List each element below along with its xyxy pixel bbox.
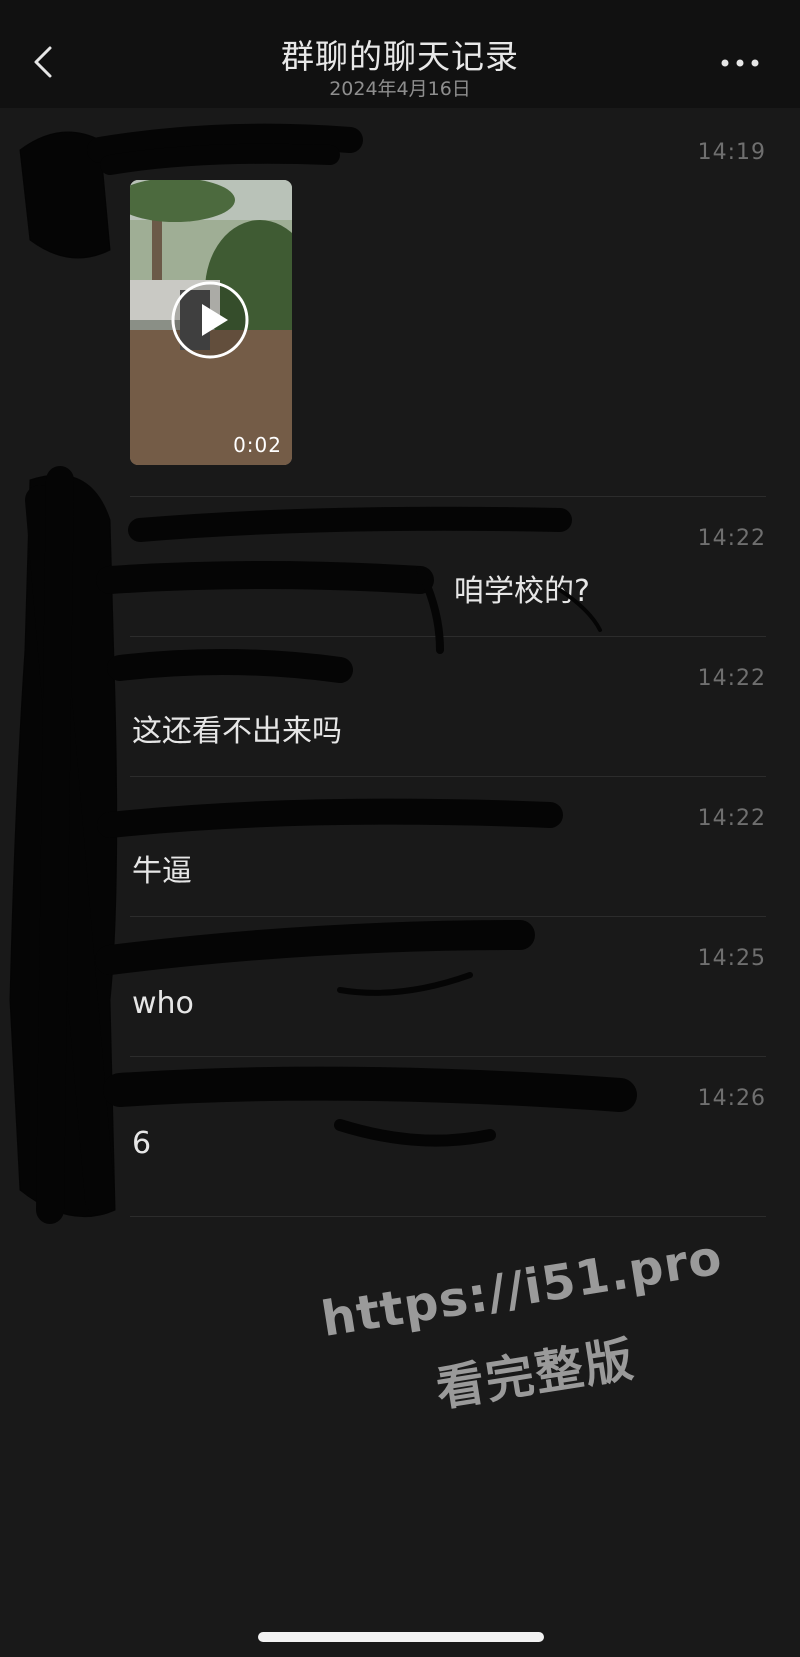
divider (130, 1216, 766, 1217)
divider (130, 496, 766, 497)
divider (130, 636, 766, 637)
divider (130, 1056, 766, 1057)
watermark-text: 看完整版 (432, 1331, 639, 1418)
play-icon[interactable] (170, 280, 250, 360)
redaction-scribble (9, 123, 637, 1224)
message-text: who (132, 986, 194, 1021)
divider (130, 776, 766, 777)
message-time: 14:22 (697, 806, 766, 831)
more-dots-icon[interactable] (716, 48, 766, 78)
message-time: 14:26 (697, 1086, 766, 1111)
watermark: https://i51.pro 看完整版 (297, 1207, 763, 1473)
message-time: 14:25 (697, 946, 766, 971)
message-text: 6 (132, 1126, 152, 1161)
message-time: 14:22 (697, 666, 766, 691)
watermark-url: https://i51.pro (317, 1229, 727, 1348)
video-thumbnail[interactable]: 0:02 (130, 180, 292, 465)
message-text: 牛逼 (132, 854, 192, 889)
home-indicator[interactable] (258, 1632, 544, 1642)
divider (130, 916, 766, 917)
message-time: 14:22 (697, 526, 766, 551)
message-text: 咱学校的? (454, 574, 590, 609)
page-title: 群聊的聊天记录 (281, 37, 519, 76)
page-subtitle-date: 2024年4月16日 (329, 78, 471, 100)
header-bar: 群聊的聊天记录 2024年4月16日 (0, 0, 800, 108)
message-time: 14:19 (697, 140, 766, 165)
message-text: 这还看不出来吗 (132, 714, 342, 749)
video-duration: 0:02 (233, 433, 282, 457)
